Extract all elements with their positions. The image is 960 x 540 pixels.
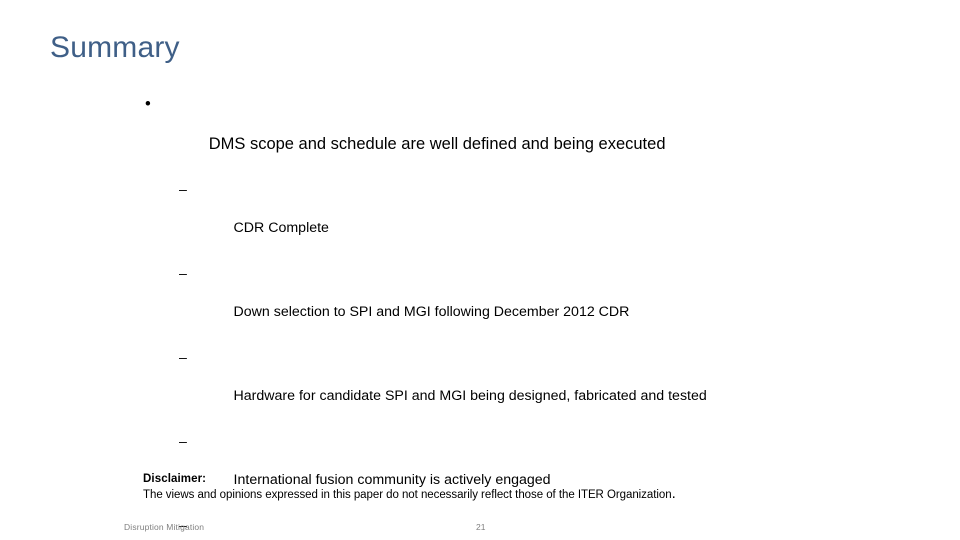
bullet-level2: – Hardware for candidate SPI and MGI bei… [0, 349, 960, 425]
dash-marker-icon: – [179, 266, 187, 282]
page-title: Summary [50, 31, 180, 64]
bullet-level2: – CDR Complete [0, 181, 960, 257]
footer-presentation-label: Disruption Mitigation [124, 522, 205, 532]
bullet-level1-text: DMS scope and schedule are well defined … [208, 135, 666, 153]
bullet-level1: • DMS scope and schedule are well define… [0, 94, 960, 174]
disclaimer-heading: Disclaimer: [143, 473, 207, 485]
footer-page-number: 21 [476, 522, 486, 532]
slide-footer: Disruption Mitigation 21 [0, 521, 960, 537]
dash-marker-icon: – [179, 434, 187, 450]
disclaimer-end-punctuation: . [671, 485, 676, 502]
bullet-level2-text: CDR Complete [233, 220, 329, 236]
disclaimer-text: The views and opinions expressed in this… [143, 486, 903, 503]
dash-marker-icon: – [179, 182, 187, 198]
slide-canvas: Summary • DMS scope and schedule are wel… [0, 0, 960, 540]
bullet-level2: – Down selection to SPI and MGI followin… [0, 265, 960, 341]
bullet-level2-text: Hardware for candidate SPI and MGI being… [233, 388, 707, 404]
dash-marker-icon: – [179, 350, 187, 366]
bullet-level2-text: Down selection to SPI and MGI following … [233, 304, 630, 320]
disclaimer-body: The views and opinions expressed in this… [143, 489, 672, 501]
bullet-marker-icon: • [145, 95, 151, 113]
disclaimer-block: Disclaimer: The views and opinions expre… [143, 472, 903, 503]
